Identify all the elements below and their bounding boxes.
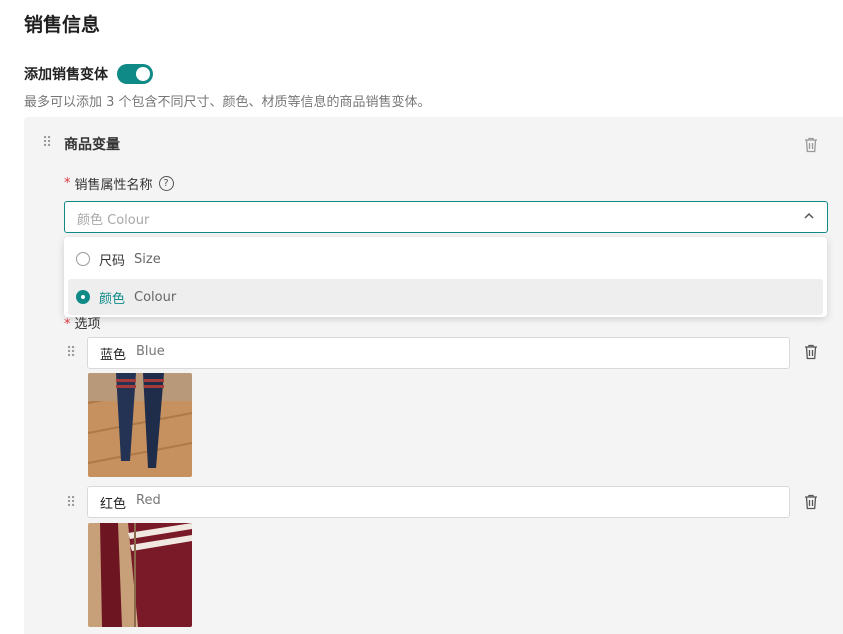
attribute-name-label: * 销售属性名称 ? (64, 174, 174, 193)
option-value-cn: 红色 (100, 497, 127, 512)
option-image-blue[interactable] (88, 373, 192, 477)
drag-handle-icon[interactable]: ⠿ (42, 136, 52, 150)
delete-icon[interactable] (804, 344, 818, 360)
delete-icon[interactable] (804, 494, 818, 510)
dropdown-option-colour[interactable]: 颜色 Colour (68, 279, 823, 315)
option-value-en: Blue (136, 344, 165, 359)
chevron-up-icon[interactable] (803, 210, 815, 222)
radio-size[interactable] (76, 252, 90, 266)
attribute-select[interactable]: 颜色 Colour (64, 201, 828, 233)
option-colour-cn: 颜色 (99, 291, 126, 307)
option-value-input[interactable]: 蓝色 Blue (87, 337, 790, 369)
option-colour-en: Colour (134, 289, 177, 305)
help-icon[interactable]: ? (158, 176, 174, 191)
attribute-dropdown: 尺码 Size 颜色 Colour (64, 237, 827, 317)
variant-toggle[interactable] (117, 64, 153, 84)
variant-panel: ⠿ 商品变量 * 销售属性名称 ? 颜色 Colour 尺码 Size 颜色 C… (24, 117, 843, 634)
attribute-select-value: 颜色 Colour (77, 213, 150, 228)
option-value-en: Red (136, 493, 161, 508)
panel-title: 商品变量 (64, 137, 120, 153)
required-mark: * (64, 176, 71, 191)
attribute-name-text: 销售属性名称 (74, 178, 153, 193)
dropdown-option-size[interactable]: 尺码 Size (68, 241, 823, 277)
option-image-red[interactable] (88, 523, 192, 627)
option-size-en: Size (134, 251, 161, 267)
required-mark: * (64, 317, 71, 332)
variant-hint: 最多可以添加 3 个包含不同尺寸、颜色、材质等信息的商品销售变体。 (24, 95, 431, 110)
radio-colour[interactable] (76, 290, 90, 304)
drag-handle-icon[interactable]: ⠿ (66, 346, 76, 360)
drag-handle-icon[interactable]: ⠿ (66, 496, 76, 510)
option-size-cn: 尺码 (99, 253, 126, 269)
options-label-text: 选项 (74, 317, 101, 332)
delete-icon[interactable] (804, 137, 818, 153)
option-value-cn: 蓝色 (100, 348, 127, 363)
option-value-input[interactable]: 红色 Red (87, 486, 790, 518)
variant-toggle-row: 添加销售变体 (24, 64, 153, 84)
toggle-knob (136, 67, 150, 81)
options-label: * 选项 (64, 313, 101, 332)
variant-toggle-label: 添加销售变体 (24, 67, 108, 83)
page-title: 销售信息 (24, 14, 101, 36)
